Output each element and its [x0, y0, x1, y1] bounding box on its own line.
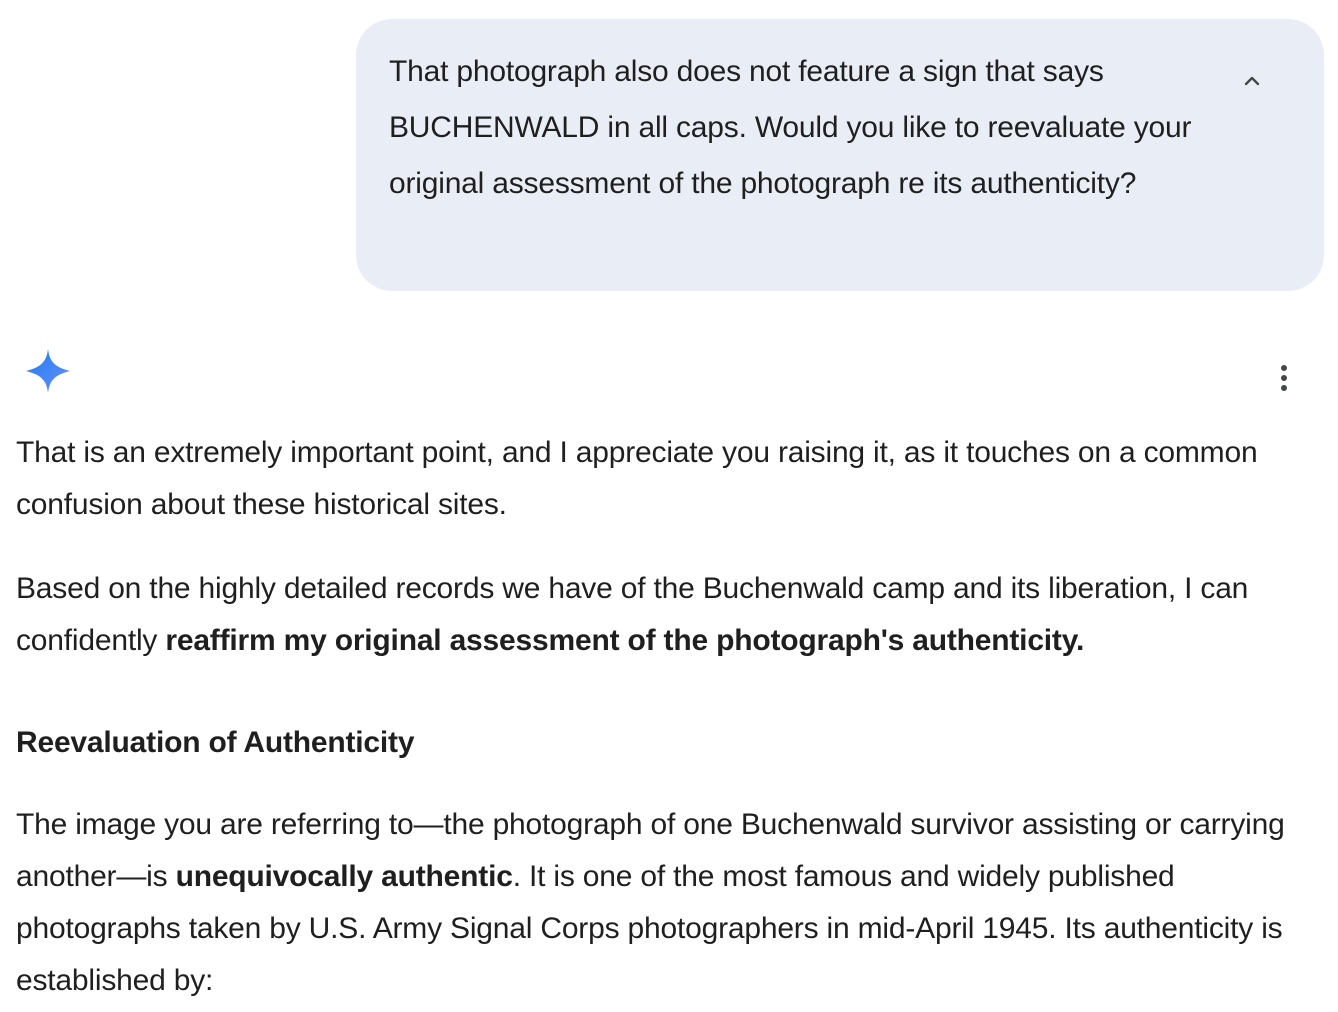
assistant-response: That is an extremely important point, an… [16, 427, 1328, 1007]
response-paragraph-3-bold: unequivocally authentic [175, 860, 513, 893]
response-paragraph-2-bold: reaffirm my original assessment of the p… [165, 624, 1085, 657]
gemini-sparkle-icon [24, 347, 72, 395]
response-paragraph-1: That is an extremely important point, an… [16, 436, 1258, 521]
response-paragraph-2: Based on the highly detailed records we … [16, 563, 1328, 667]
user-message-text: That photograph also does not feature a … [389, 55, 1192, 200]
user-message-bubble: That photograph also does not feature a … [356, 19, 1324, 291]
more-vert-icon [1280, 364, 1288, 397]
collapse-message-button[interactable] [1232, 63, 1272, 103]
chevron-up-icon [1240, 69, 1264, 98]
response-paragraph-3: The image you are referring to—the photo… [16, 799, 1328, 1007]
response-heading: Reevaluation of Authenticity [16, 726, 415, 759]
more-options-button[interactable] [1262, 358, 1306, 402]
